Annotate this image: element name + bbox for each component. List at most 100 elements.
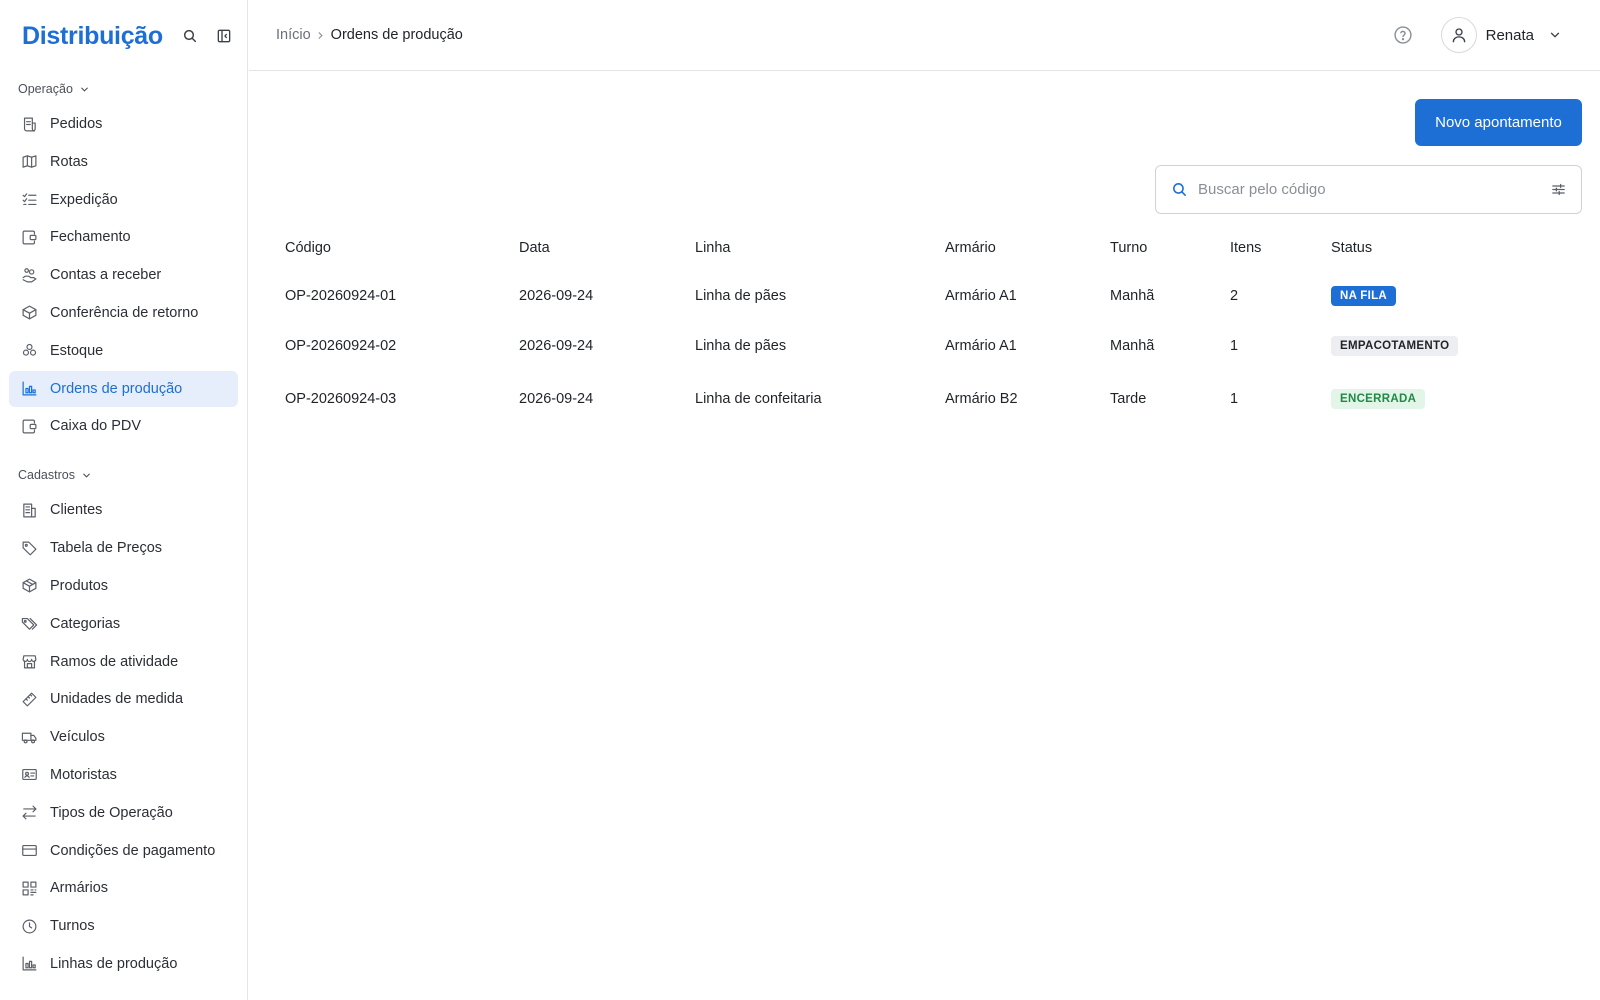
column-header-items[interactable]: Itens — [1230, 230, 1331, 266]
sidebar-item-label: Fechamento — [50, 229, 131, 246]
cell-items-count: 2 — [1230, 287, 1239, 304]
user-menu[interactable]: Renata — [1440, 17, 1562, 53]
sidebar-item-produtos[interactable]: Produtos — [9, 568, 238, 604]
cell-status: NA FILA — [1331, 266, 1531, 319]
sidebar-item-turnos[interactable]: Turnos — [9, 908, 238, 944]
cell-order-date: 2026-09-24 — [519, 390, 594, 407]
sidebar-item-tipos-de-operacao[interactable]: Tipos de Operação — [9, 795, 238, 831]
help-icon[interactable] — [1392, 24, 1414, 46]
user-icon — [1452, 28, 1465, 43]
package-check-icon — [21, 304, 38, 321]
column-header-shift[interactable]: Turno — [1110, 230, 1230, 266]
sidebar-item-label: Produtos — [50, 577, 109, 594]
sidebar-item-caixa-do-pdv[interactable]: Caixa do PDV — [9, 408, 238, 444]
column-header-cabinet[interactable]: Armário — [945, 230, 1110, 266]
sidebar-item-label: Caixa do PDV — [50, 418, 142, 435]
section-label: Cadastros — [18, 468, 75, 483]
avatar — [1440, 17, 1477, 53]
cell-order-code: OP-20260924-03 — [285, 390, 397, 407]
cell-order-date: 2026-09-24 — [519, 337, 594, 354]
table-header-row: Código Data Linha Armário Turno Itens St… — [285, 230, 1531, 266]
building-icon — [21, 502, 38, 519]
sidebar-item-label: Linhas de produção — [50, 955, 178, 972]
user-name: Renata — [1485, 26, 1534, 44]
sidebar-item-label: Rotas — [50, 153, 88, 170]
cell-production-line: Linha de pães — [695, 287, 787, 304]
receipt-icon — [21, 116, 38, 133]
sidebar-item-rotas[interactable]: Rotas — [9, 144, 238, 180]
cell-cabinet: Armário A1 — [945, 287, 1017, 304]
sidebar-item-categorias[interactable]: Categorias — [9, 606, 238, 642]
search-icon[interactable] — [181, 27, 199, 45]
cell-shift: Manhã — [1110, 337, 1155, 354]
sidebar: Distribuição Operação Pedidos Rotas Expedi… — [0, 0, 248, 1000]
sidebar-item-label: Estoque — [50, 342, 104, 359]
sidebar-item-clientes[interactable]: Clientes — [9, 492, 238, 528]
search-input[interactable] — [1198, 181, 1549, 198]
status-badge: NA FILA — [1331, 285, 1397, 306]
factory-chart-icon — [21, 380, 38, 397]
cell-cabinet: Armário A1 — [945, 337, 1017, 354]
sidebar-item-motoristas[interactable]: Motoristas — [9, 757, 238, 793]
truck-icon — [21, 729, 38, 746]
table-row[interactable]: OP-20260924-01 2026-09-24 Linha de pães Arm… — [285, 266, 1531, 319]
column-header-code[interactable]: Código — [285, 230, 519, 266]
sidebar-item-unidades-de-medida[interactable]: Unidades de medida — [9, 681, 238, 717]
table-row[interactable]: OP-20260924-03 2026-09-24 Linha de confeit… — [285, 372, 1531, 425]
sidebar-item-condicoes-de-pagamento[interactable]: Condições de pagamento — [9, 833, 238, 869]
cell-shift: Tarde — [1110, 390, 1147, 407]
nav-cadastros: Clientes Tabela de Preços Produtos Categori… — [0, 488, 247, 982]
sidebar-item-armarios[interactable]: Armários — [9, 870, 238, 906]
sidebar-toggle-icon[interactable] — [215, 27, 233, 45]
sidebar-item-label: Turnos — [50, 918, 95, 935]
app-title: Distribuição — [22, 21, 163, 50]
package-icon — [21, 577, 38, 594]
ruler-icon — [21, 691, 38, 708]
sidebar-item-estoque[interactable]: Estoque — [9, 333, 238, 369]
section-header-operacao[interactable]: Operação — [0, 76, 247, 102]
chevron-down-icon — [83, 473, 90, 478]
sidebar-item-veiculos[interactable]: Veículos — [9, 719, 238, 755]
cell-items-count: 1 — [1230, 337, 1239, 354]
cell-shift: Manhã — [1110, 287, 1155, 304]
production-orders-table: Código Data Linha Armário Turno Itens St… — [285, 230, 1531, 425]
sidebar-item-expedicao[interactable]: Expedição — [9, 182, 238, 218]
sidebar-item-conferencia-de-retorno[interactable]: Conferência de retorno — [9, 295, 238, 331]
sidebar-item-label: Motoristas — [50, 766, 117, 783]
column-header-date[interactable]: Data — [519, 230, 695, 266]
store-icon — [21, 653, 38, 670]
sidebar-item-linhas-de-producao[interactable]: Linhas de produção — [9, 946, 238, 982]
filter-sliders-icon[interactable] — [1549, 181, 1567, 199]
table-row[interactable]: OP-20260924-02 2026-09-24 Linha de pães Arm… — [285, 319, 1531, 372]
sidebar-item-label: Categorias — [50, 615, 121, 632]
search-box — [1155, 165, 1582, 214]
sidebar-item-pedidos[interactable]: Pedidos — [9, 106, 238, 142]
sidebar-item-ordens-de-producao[interactable]: Ordens de produção — [9, 370, 238, 407]
tags-icon — [21, 615, 38, 632]
breadcrumb-home[interactable]: Início — [276, 27, 311, 43]
sidebar-item-label: Conferência de retorno — [50, 304, 199, 321]
sidebar-item-label: Tipos de Operação — [50, 804, 173, 821]
cell-status: EMPACOTAMENTO — [1331, 319, 1531, 372]
sidebar-item-label: Armários — [50, 880, 109, 897]
nav-operacao: Pedidos Rotas Expedição Fechamento Contas a … — [0, 102, 247, 444]
column-header-line[interactable]: Linha — [695, 230, 945, 266]
sidebar-item-contas-a-receber[interactable]: Contas a receber — [9, 257, 238, 293]
new-entry-button[interactable]: Novo apontamento — [1415, 99, 1582, 146]
cell-production-line: Linha de confeitaria — [695, 390, 822, 407]
cell-items-count: 1 — [1230, 390, 1239, 407]
sidebar-item-label: Ramos de atividade — [50, 653, 179, 670]
cell-order-code: OP-20260924-01 — [285, 287, 397, 304]
main-content: Novo apontamento Código Data Linha Armár… — [249, 72, 1600, 1000]
tag-icon — [21, 540, 38, 557]
section-header-cadastros[interactable]: Cadastros — [0, 462, 247, 488]
sidebar-item-ramos-de-atividade[interactable]: Ramos de atividade — [9, 644, 238, 680]
sidebar-item-tabela-de-precos[interactable]: Tabela de Preços — [9, 530, 238, 566]
column-header-status[interactable]: Status — [1331, 230, 1531, 266]
sidebar-item-label: Veículos — [50, 729, 105, 746]
section-label: Operação — [18, 82, 73, 96]
sidebar-item-label: Contas a receber — [50, 267, 162, 284]
breadcrumb-current: Ordens de produção — [330, 27, 463, 43]
cell-order-date: 2026-09-24 — [519, 287, 594, 304]
sidebar-item-fechamento[interactable]: Fechamento — [9, 219, 238, 255]
